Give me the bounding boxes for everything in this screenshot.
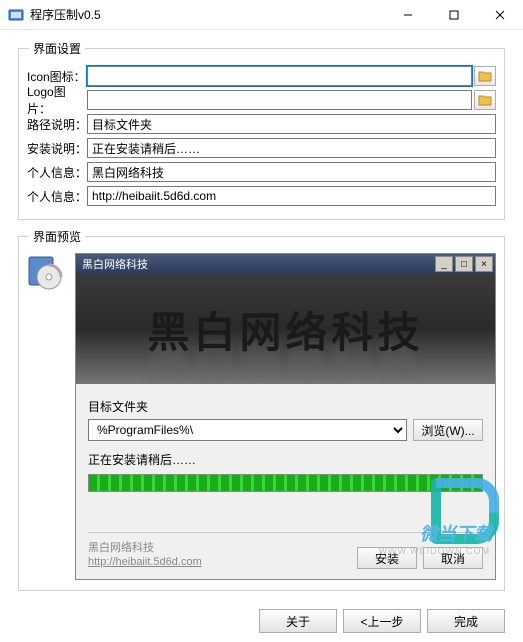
preview-info: 黑白网络科技 http://heibaiit.5d6d.com xyxy=(88,541,357,569)
info2-input[interactable] xyxy=(87,186,496,206)
preview-body: 目标文件夹 %ProgramFiles%\ 浏览(W)... 正在安装请稍后……… xyxy=(76,384,495,579)
settings-group: 界面设置 Icon图标： Logo图片： 路径说明： 安装说明： 个人信息： 个… xyxy=(18,40,505,220)
install-desc-label: 安装说明： xyxy=(27,140,87,157)
icon-row: Icon图标： xyxy=(27,65,496,87)
preview-banner: 黑白网络科技 xyxy=(76,274,495,384)
install-desc-row: 安装说明： xyxy=(27,137,496,159)
window-titlebar: 程序压制v0.5 xyxy=(0,0,523,30)
preview-browse-button[interactable]: 浏览(W)... xyxy=(413,419,483,441)
progress-fill xyxy=(89,475,482,491)
logo-input[interactable] xyxy=(87,90,472,110)
preview-company: 黑白网络科技 xyxy=(88,541,357,555)
install-button[interactable]: 安装 xyxy=(357,547,417,569)
logo-row: Logo图片： xyxy=(27,89,496,111)
install-desc-input[interactable] xyxy=(87,138,496,158)
preview-legend: 界面预览 xyxy=(29,228,85,245)
window-title: 程序压制v0.5 xyxy=(30,6,385,23)
info2-row: 个人信息： xyxy=(27,185,496,207)
preview-path-select[interactable]: %ProgramFiles%\ xyxy=(88,419,407,441)
info2-label: 个人信息： xyxy=(27,188,87,205)
folder-icon xyxy=(478,69,492,83)
settings-legend: 界面设置 xyxy=(29,40,85,57)
preview-path-label: 目标文件夹 xyxy=(88,398,483,415)
preview-url-link[interactable]: http://heibaiit.5d6d.com xyxy=(88,556,202,568)
preview-minimize-button[interactable]: _ xyxy=(435,256,453,272)
banner-text: 黑白网络科技 xyxy=(147,299,423,360)
prev-button[interactable]: <上一步 xyxy=(343,609,421,633)
info1-input[interactable] xyxy=(87,162,496,182)
preview-close-button[interactable]: × xyxy=(475,256,493,272)
preview-install-label: 正在安装请稍后…… xyxy=(88,451,483,468)
info1-label: 个人信息： xyxy=(27,164,87,181)
path-input[interactable] xyxy=(87,114,496,134)
about-button[interactable]: 关于 xyxy=(259,609,337,633)
info1-row: 个人信息： xyxy=(27,161,496,183)
logo-label: Logo图片： xyxy=(27,83,87,117)
preview-titlebar: 黑白网络科技 _ □ × xyxy=(76,254,495,274)
icon-label: Icon图标： xyxy=(27,68,87,85)
progress-bar xyxy=(88,474,483,492)
preview-maximize-button[interactable]: □ xyxy=(455,256,473,272)
preview-window: 黑白网络科技 _ □ × 黑白网络科技 目标文件夹 %ProgramFiles%… xyxy=(75,253,496,580)
cancel-button[interactable]: 取消 xyxy=(423,547,483,569)
preview-title-text: 黑白网络科技 xyxy=(82,256,148,272)
icon-browse-button[interactable] xyxy=(474,66,496,86)
bottom-bar: 关于 <上一步 完成 xyxy=(0,609,523,633)
app-icon xyxy=(8,7,24,23)
folder-icon xyxy=(478,93,492,107)
preview-group: 界面预览 黑白网络科技 _ □ × 黑白网络科技 目标文件夹 %ProgramF… xyxy=(18,228,505,591)
path-row: 路径说明： xyxy=(27,113,496,135)
maximize-button[interactable] xyxy=(431,0,477,30)
close-button[interactable] xyxy=(477,0,523,30)
logo-browse-button[interactable] xyxy=(474,90,496,110)
cd-icon xyxy=(27,255,63,291)
path-label: 路径说明： xyxy=(27,116,87,133)
minimize-button[interactable] xyxy=(385,0,431,30)
icon-input[interactable] xyxy=(87,66,472,86)
finish-button[interactable]: 完成 xyxy=(427,609,505,633)
